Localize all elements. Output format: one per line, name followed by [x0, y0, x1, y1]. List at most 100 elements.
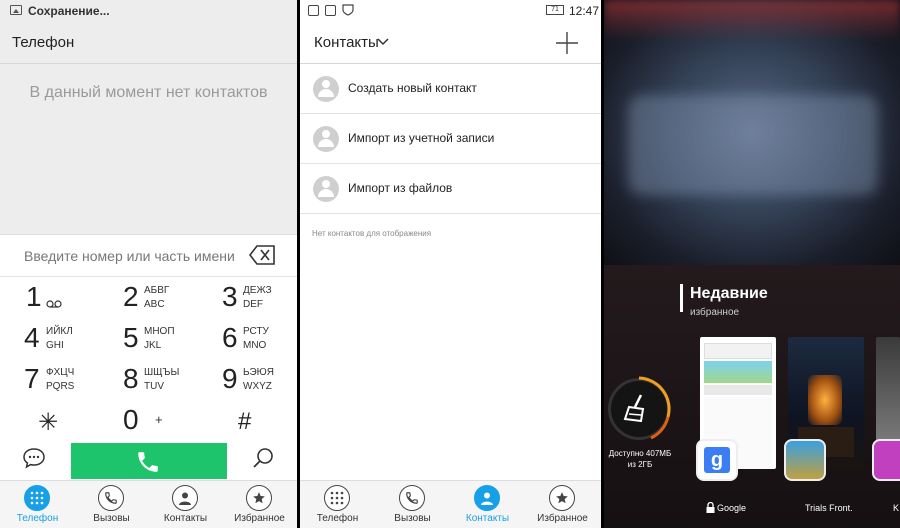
key-digit: 2	[123, 281, 139, 312]
image-icon	[10, 5, 22, 15]
key-symbol: #	[238, 408, 252, 435]
status-bar: Сохранение...	[0, 0, 297, 22]
shield-icon	[342, 4, 354, 16]
tab-favorites[interactable]: Избранное	[222, 481, 297, 528]
key-digit: 7	[24, 363, 40, 394]
tab-calls[interactable]: Вызовы	[74, 481, 149, 528]
key-0[interactable]: 0 +	[99, 400, 198, 441]
app-label: Google	[717, 503, 747, 513]
app-bar: Контакты	[300, 22, 601, 64]
battery-indicator: 71	[546, 5, 564, 15]
key-7[interactable]: 7 ФХЦЧ PQRS	[0, 359, 99, 400]
page-title: Телефон	[12, 34, 75, 51]
person-icon	[172, 485, 198, 511]
key-digit: 9	[222, 363, 238, 394]
key-5[interactable]: 5 МНОП JKL	[99, 318, 198, 359]
key-letters-cyr: ШЩЪЫ	[144, 367, 180, 378]
recents-title: Недавние	[690, 285, 768, 302]
page-title[interactable]: Контакты	[314, 34, 379, 51]
key-digit: 5	[123, 322, 139, 353]
tab-phone[interactable]: Телефон	[300, 481, 375, 528]
key-letters-lat: JKL	[144, 340, 162, 351]
search-icon[interactable]	[252, 446, 276, 470]
star-icon	[549, 485, 575, 511]
create-contact-row[interactable]: Создать новый контакт	[300, 64, 601, 114]
empty-contacts-message: Нет контактов для отображения	[312, 229, 432, 238]
tab-label: Контакты	[465, 513, 510, 524]
tab-contacts[interactable]: Контакты	[450, 481, 525, 528]
key-6[interactable]: 6 РСТУ MNO	[198, 318, 297, 359]
blurred-card	[628, 95, 878, 195]
message-icon[interactable]	[22, 446, 46, 470]
tab-label: Избранное	[537, 513, 588, 524]
call-button[interactable]	[71, 443, 227, 479]
row-label: Импорт из учетной записи	[348, 131, 495, 145]
key-hash[interactable]: #	[198, 400, 297, 441]
contacts-panel: 71 12:47 Контакты Создать новый контакт …	[300, 0, 601, 528]
app-bar: Телефон	[0, 22, 297, 64]
key-digit: 8	[123, 363, 139, 394]
empty-contacts-message: В данный момент нет контактов	[29, 84, 268, 101]
key-letters-cyr: АБВГ	[144, 285, 170, 296]
key-letters-cyr: МНОП	[144, 326, 175, 337]
key-8[interactable]: 8 ШЩЪЫ TUV	[99, 359, 198, 400]
key-4[interactable]: 4 ИЙКЛ GHI	[0, 318, 99, 359]
key-letters-lat: MNO	[243, 340, 267, 351]
trials-frontier-icon[interactable]	[784, 439, 826, 481]
account-import-icon	[313, 126, 339, 152]
import-account-row[interactable]: Импорт из учетной записи	[300, 114, 601, 164]
row-label: Создать новый контакт	[348, 81, 477, 95]
recents-divider	[680, 284, 683, 312]
key-3[interactable]: 3 ДЕЖЗ DEF	[198, 277, 297, 318]
dialpad-icon	[324, 485, 350, 511]
tab-calls[interactable]: Вызовы	[375, 481, 450, 528]
key-letters-lat: DEF	[243, 299, 263, 310]
app-label: Trials Front.	[805, 503, 853, 513]
number-input-placeholder: Введите номер или часть имени	[24, 248, 235, 264]
phone-icon	[138, 452, 158, 472]
recents-subtitle[interactable]: избранное	[690, 307, 739, 318]
backspace-icon[interactable]	[249, 245, 275, 265]
row-label: Импорт из файлов	[348, 181, 453, 195]
number-input[interactable]: Введите номер или часть имени	[0, 235, 297, 277]
phone-icon	[98, 485, 124, 511]
memory-text: Доступно 407МБ из 2ГБ	[608, 449, 672, 469]
tab-label: Вызовы	[394, 513, 431, 524]
google-icon[interactable]: g	[696, 439, 738, 481]
app-label: K	[893, 503, 900, 513]
import-files-row[interactable]: Импорт из файлов	[300, 164, 601, 214]
chevron-down-icon[interactable]	[377, 38, 389, 46]
key-plus: +	[155, 412, 163, 427]
key-letters-lat: GHI	[46, 340, 64, 351]
key-letters-cyr: ФХЦЧ	[46, 367, 75, 378]
recents-panel: Недавние избранное Доступно 407МБ из 2ГБ…	[604, 0, 900, 528]
app-icon[interactable]	[872, 439, 900, 481]
key-digit: 1	[26, 281, 42, 312]
tab-bar: Телефон Вызовы Контакты Избранное	[300, 480, 601, 528]
dialpad-icon	[24, 485, 50, 511]
tab-label: Контакты	[163, 513, 208, 524]
key-digit: 4	[24, 322, 40, 353]
tab-phone[interactable]: Телефон	[0, 481, 75, 528]
tab-label: Избранное	[234, 513, 285, 524]
add-person-icon	[313, 76, 339, 102]
key-2[interactable]: 2 АБВГ ABC	[99, 277, 198, 318]
notification-icon	[308, 5, 319, 16]
file-import-icon	[313, 176, 339, 202]
key-9[interactable]: 9 ЬЭЮЯ WXYZ	[198, 359, 297, 400]
tab-contacts[interactable]: Контакты	[148, 481, 223, 528]
key-symbol: ✳	[38, 409, 59, 436]
tab-label: Телефон	[316, 513, 359, 524]
status-text: Сохранение...	[28, 4, 110, 18]
dial-actions	[0, 440, 297, 480]
tab-label: Вызовы	[93, 513, 130, 524]
key-letters-cyr: ЬЭЮЯ	[243, 367, 274, 378]
tab-favorites[interactable]: Избранное	[525, 481, 600, 528]
key-letters-cyr: ДЕЖЗ	[243, 285, 272, 296]
key-star[interactable]: ✳	[0, 400, 99, 441]
key-1[interactable]: 1	[0, 277, 99, 318]
key-letters-cyr: РСТУ	[243, 326, 269, 337]
add-contact-icon[interactable]	[554, 30, 580, 56]
phone-icon	[399, 485, 425, 511]
tab-label: Телефон	[16, 513, 59, 524]
